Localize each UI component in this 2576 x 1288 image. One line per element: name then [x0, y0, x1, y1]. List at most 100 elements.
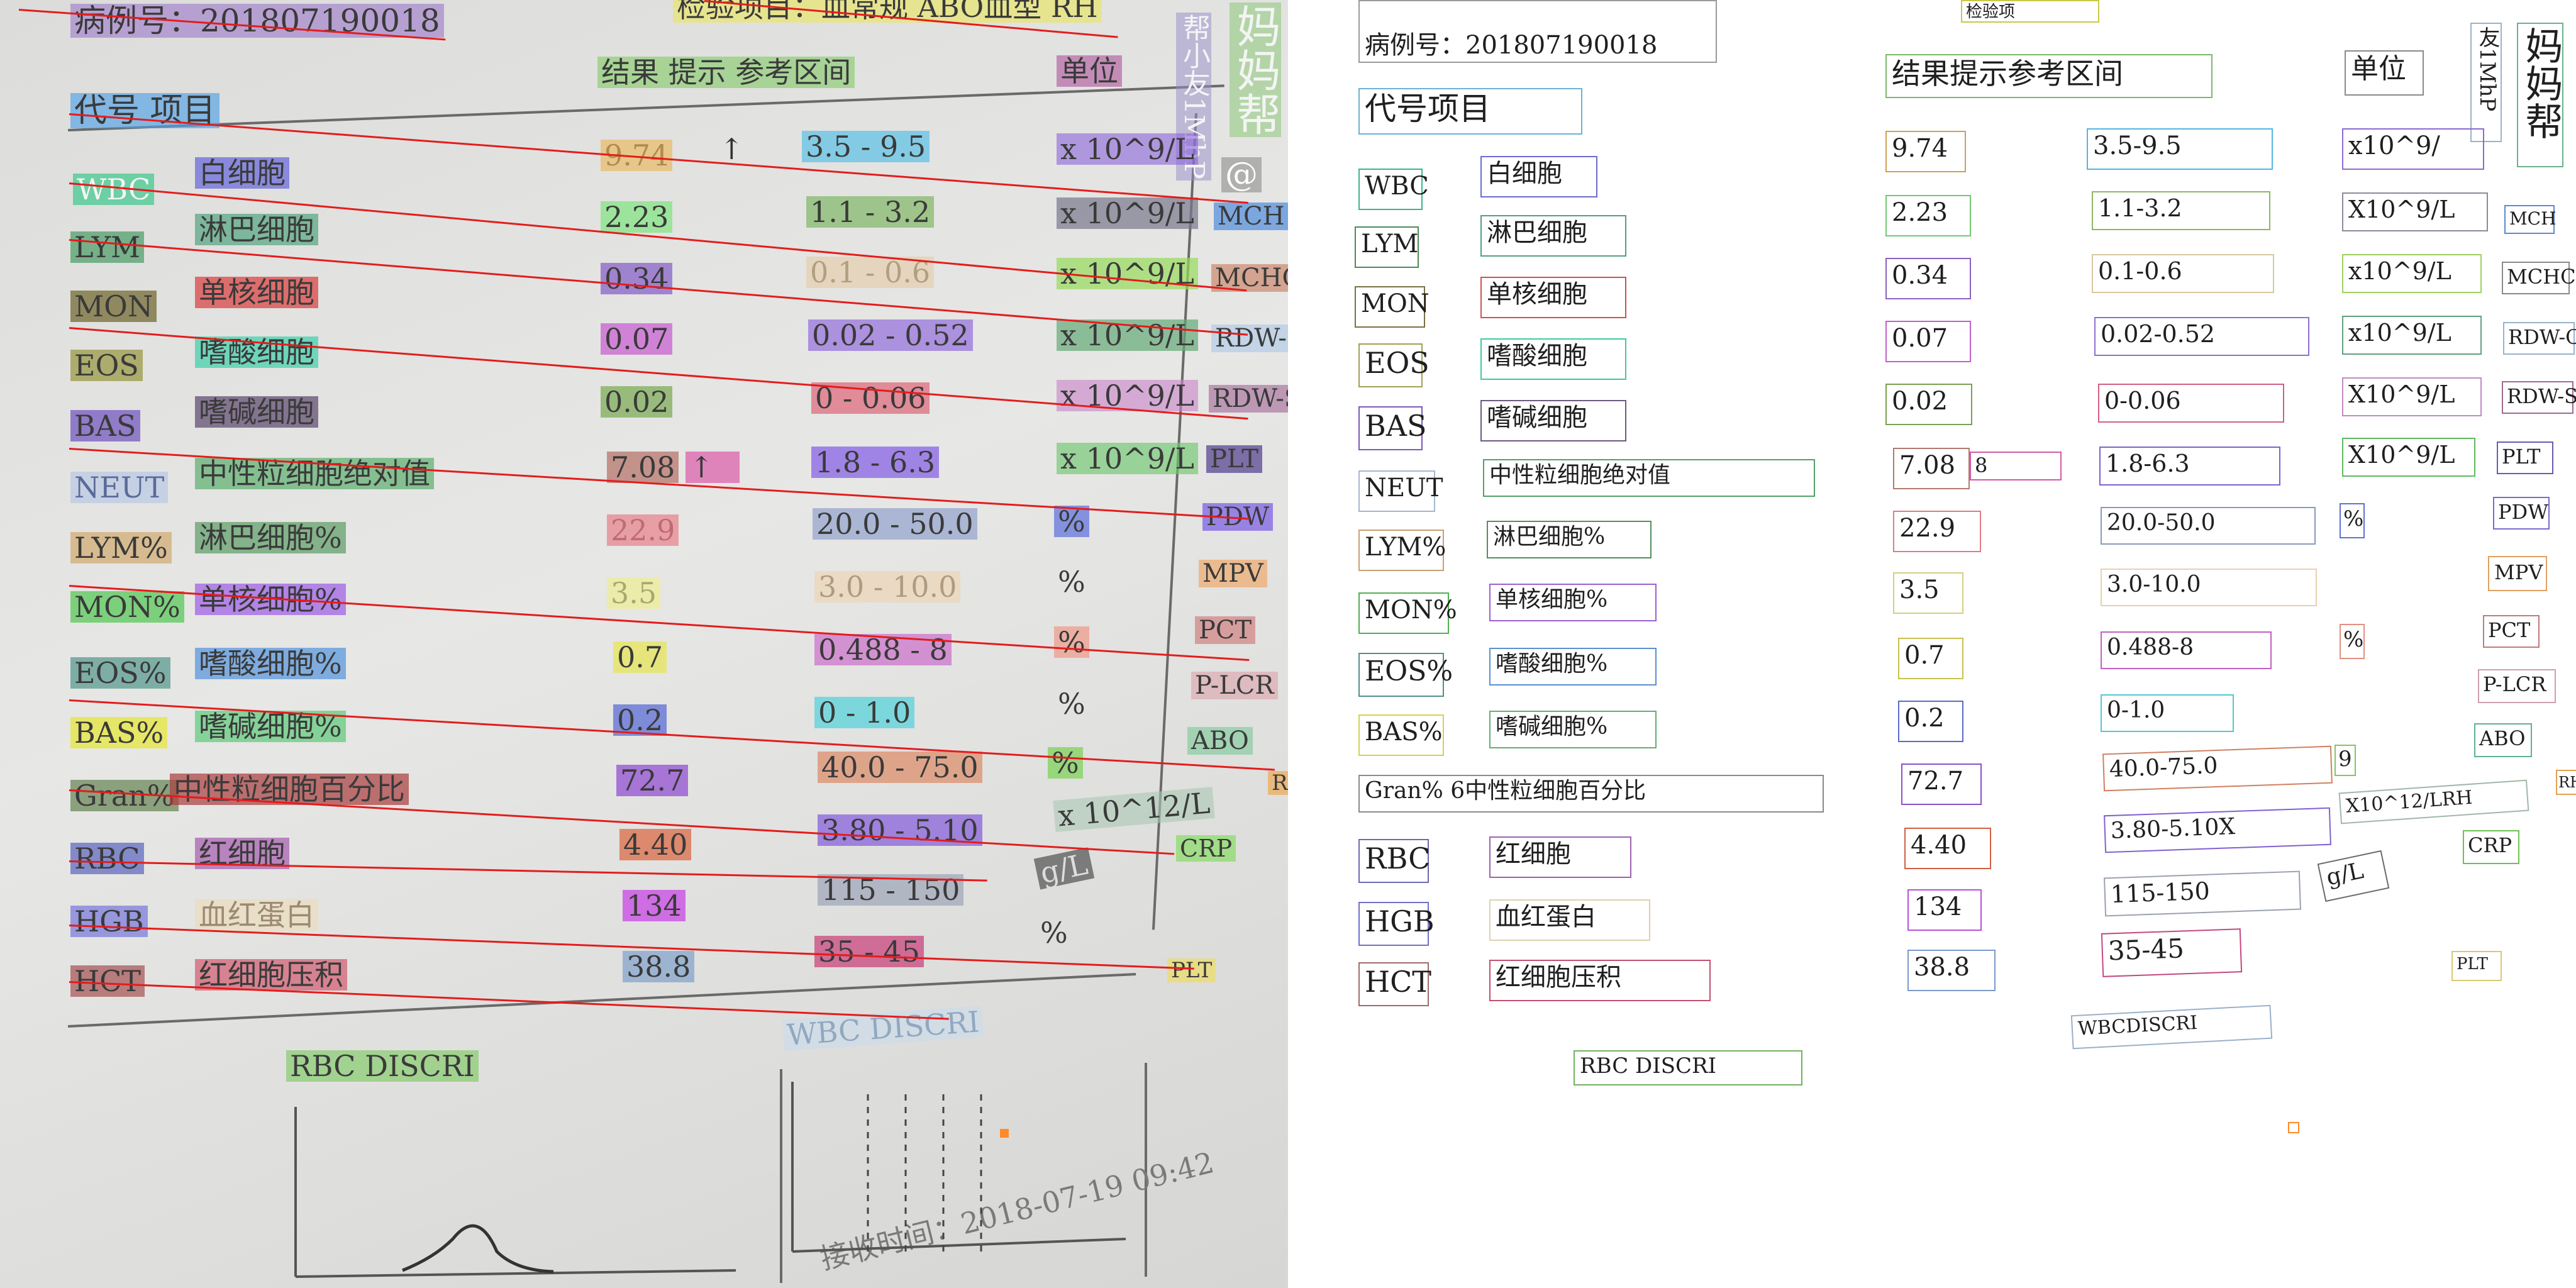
name-neut-box: 中性粒细胞绝对值 — [1483, 459, 1815, 497]
right-code-plt-2: PLT — [1167, 958, 1216, 982]
right-code-rh-box: RH — [2556, 770, 2576, 795]
unit-neut: x 10^9/L — [1057, 443, 1198, 474]
wbc-marker-icon — [2288, 1122, 2299, 1133]
right-code-rdw-c-box: RDW-C — [2503, 322, 2576, 355]
ref-mon-pct-box: 3.0-10.0 — [2101, 569, 2317, 606]
unit-rbc-box: X10^12/LRH — [2338, 779, 2529, 824]
right-code-mpv-box: MPV — [2488, 556, 2547, 591]
ref-lym-box: 1.1-3.2 — [2092, 191, 2270, 230]
result-hct-box: 38.8 — [1907, 950, 1996, 991]
unit-header-box: 单位 — [2345, 50, 2424, 96]
name-wbc-box: 白细胞 — [1480, 156, 1597, 197]
code-lym-box: LYM — [1355, 226, 1419, 268]
right-code-rh: RH — [1268, 771, 1288, 795]
ref-lym-pct-box: 20.0-50.0 — [2101, 507, 2316, 545]
result-mon: 0.34 — [601, 263, 673, 294]
unit-hct: % — [1040, 916, 1068, 950]
annotation-line — [69, 981, 949, 1020]
name-mon-pct-box: 单核细胞% — [1489, 584, 1657, 621]
name-hct: 红细胞压积 — [195, 959, 347, 991]
name-hct-box: 红细胞压积 — [1489, 960, 1711, 1001]
code-hgb-box: HGB — [1358, 902, 1435, 946]
unit-lym-pct: % — [1054, 506, 1089, 537]
ref-mon-box: 0.1-0.6 — [2092, 254, 2274, 293]
right-code-pdw-box: PDW — [2493, 497, 2550, 530]
ref-lym-pct: 20.0 - 50.0 — [813, 508, 977, 540]
right-code-rdw-s-box: RDW-S — [2502, 381, 2576, 414]
ref-eos-pct-box: 0.488-8 — [2101, 631, 2272, 669]
unit-bas: x 10^9/L — [1057, 380, 1198, 411]
unit-bas-pct: % — [1058, 687, 1085, 721]
ref-hgb-box: 115-150 — [2104, 870, 2301, 917]
ref-neut: 1.8 - 6.3 — [811, 447, 940, 478]
result-neut-box: 7.08 — [1893, 448, 1970, 489]
unit-rbc: x 10^12/L — [1053, 786, 1215, 833]
result-hct: 38.8 — [623, 951, 695, 982]
name-lym-pct: 淋巴细胞% — [195, 522, 346, 553]
code-mon-pct: MON% — [70, 591, 184, 623]
name-hgb: 血红蛋白 — [195, 899, 318, 931]
name-eos-box: 嗜酸细胞 — [1480, 338, 1626, 380]
code-bas-pct-box: BAS% — [1358, 714, 1444, 756]
name-lym-box: 淋巴细胞 — [1480, 215, 1626, 257]
right-code-rdw-c: RDW-C — [1211, 325, 1288, 352]
result-gran-pct-box: 72.7 — [1901, 763, 1982, 805]
watermark-brand-box: 妈妈帮 — [2517, 23, 2563, 167]
name-wbc: 白细胞 — [195, 157, 289, 189]
name-hgb-box: 血红蛋白 — [1489, 899, 1650, 941]
name-bas: 嗜碱细胞 — [195, 396, 318, 428]
right-code-mch-box: MCH — [2504, 205, 2557, 234]
ocr-reconstruction-panel: 病例号：201807190018 检验项 妈妈帮 友1MhP 结果提示参考区间 … — [1288, 0, 2576, 1288]
flag-neut-icon: ↑ — [686, 452, 740, 483]
ref-gran-pct: 40.0 - 75.0 — [818, 752, 982, 783]
name-eos-pct: 嗜酸细胞% — [195, 648, 346, 679]
unit-hgb-box: g/L — [2317, 850, 2390, 902]
code-mon: MON — [70, 291, 157, 322]
ref-hct-box: 35-45 — [2101, 928, 2243, 977]
code-eos-pct-box: EOS% — [1358, 653, 1453, 697]
code-mon-pct-box: MON% — [1358, 592, 1457, 634]
result-neut: 7.08 — [607, 452, 679, 483]
unit-wbc-box: x10^9/ — [2342, 128, 2484, 170]
result-wbc-box: 9.74 — [1885, 131, 1966, 172]
code-mon-box: MON — [1355, 286, 1430, 328]
result-rbc: 4.40 — [619, 829, 692, 860]
ref-eos: 0.02 - 0.52 — [808, 319, 973, 351]
code-bas-box: BAS — [1358, 406, 1427, 450]
unit-mon-pct: % — [1058, 565, 1085, 599]
unit-header: 单位 — [1057, 55, 1122, 87]
right-code-mchc-box: MCHC — [2502, 262, 2576, 294]
case-number-label: 病例号：201807190018 — [70, 4, 444, 38]
code-eos-box: EOS — [1358, 343, 1430, 387]
right-code-mpv: MPV — [1199, 560, 1267, 587]
right-code-pct: PCT — [1195, 616, 1256, 644]
case-number-box: 病例号：201807190018 — [1358, 0, 1717, 63]
ref-wbc-box: 3.5-9.5 — [2087, 128, 2273, 170]
watermark-camera-box: 友1MhP — [2470, 23, 2502, 142]
code-eos-pct: EOS% — [70, 657, 170, 689]
wbc-discri-box: WBCDISCRI — [2070, 1004, 2273, 1050]
result-lym-pct: 22.9 — [607, 514, 679, 546]
result-hgb-box: 134 — [1907, 889, 1982, 931]
name-mon-box: 单核细胞 — [1480, 277, 1626, 318]
name-bas-box: 嗜碱细胞 — [1480, 400, 1626, 441]
table-rule-top — [68, 84, 1224, 131]
result-bas: 0.02 — [601, 386, 673, 418]
result-header-box: 结果提示参考区间 — [1885, 54, 2212, 98]
ref-rbc-box: 3.80-5.10X — [2104, 807, 2331, 853]
neut-extra-box: 8 — [1970, 452, 2062, 480]
wbc-histogram — [791, 1082, 1126, 1253]
name-mon: 单核细胞 — [195, 277, 318, 308]
code-rbc-box: RBC — [1358, 839, 1431, 883]
result-hgb: 134 — [623, 890, 686, 921]
name-rbc-box: 红细胞 — [1489, 836, 1631, 878]
right-code-plt-box: PLT — [2497, 441, 2553, 474]
ref-mon: 0.1 - 0.6 — [806, 257, 935, 288]
unit-neut-box: X10^9/L — [2342, 438, 2475, 477]
result-mon-pct-box: 3.5 — [1893, 572, 1963, 614]
rbc-histogram — [294, 1107, 736, 1278]
code-lym-pct-box: LYM% — [1358, 530, 1446, 571]
unit-mon-box: x10^9/L — [2342, 254, 2482, 293]
code-wbc-box: WBC — [1358, 169, 1429, 210]
name-bas-pct-box: 嗜碱细胞% — [1489, 711, 1657, 748]
